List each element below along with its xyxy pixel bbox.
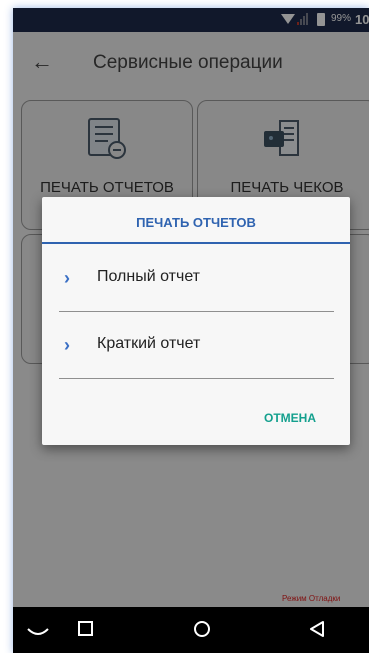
home-icon[interactable] <box>191 618 213 640</box>
option-divider <box>59 311 334 312</box>
navigation-bar <box>13 607 369 653</box>
back-icon[interactable] <box>25 618 51 640</box>
device-screen: 99% 10:52 ← Сервисные операции ПЕЧАТЬ ОТ… <box>13 8 369 653</box>
chevron-right-icon: › <box>64 268 70 288</box>
dialog-title: ПЕЧАТЬ ОТЧЕТОВ <box>136 215 256 230</box>
option-label: Краткий отчет <box>97 335 201 352</box>
print-reports-dialog: ПЕЧАТЬ ОТЧЕТОВ › Полный отчет › Краткий … <box>42 197 350 445</box>
option-divider <box>59 378 334 379</box>
option-short-report[interactable]: › Краткий отчет <box>42 321 350 369</box>
recents-icon[interactable] <box>75 618 97 640</box>
option-full-report[interactable]: › Полный отчет <box>42 254 350 302</box>
option-label: Полный отчет <box>97 268 201 285</box>
triangle-back-icon[interactable] <box>306 618 328 640</box>
cancel-button[interactable]: ОТМЕНА <box>264 411 316 425</box>
dialog-title-divider <box>42 242 350 244</box>
chevron-right-icon: › <box>64 335 70 355</box>
